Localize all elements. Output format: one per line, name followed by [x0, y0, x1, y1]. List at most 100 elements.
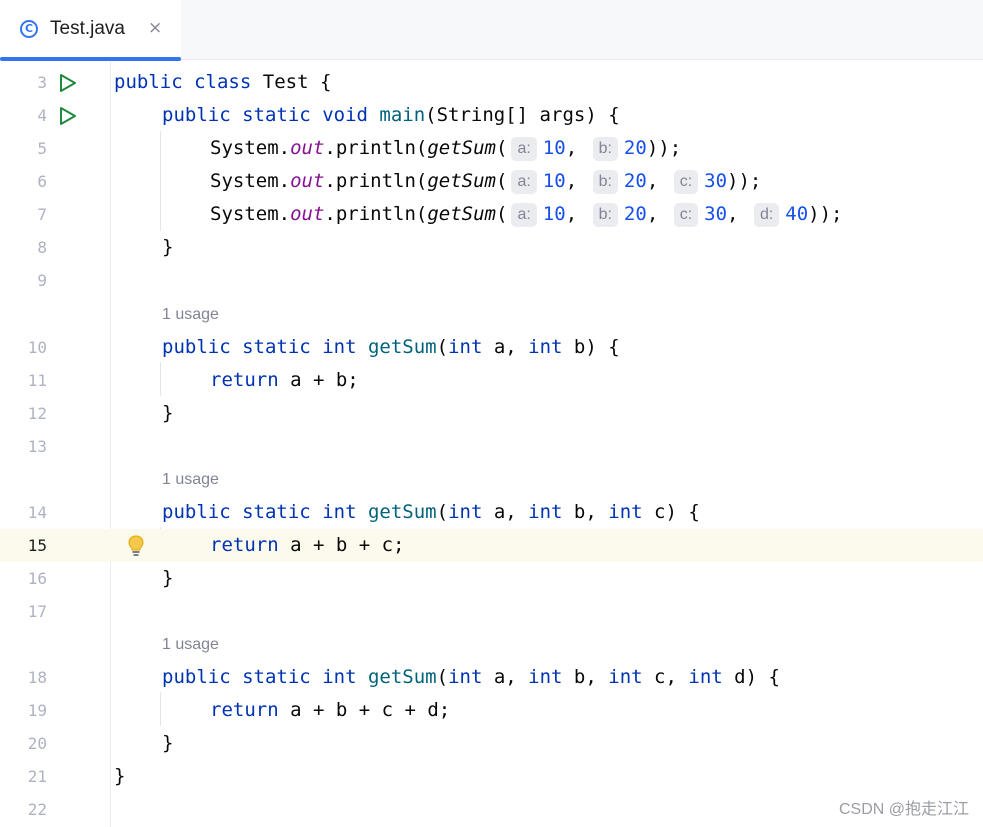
keyword: int [448, 336, 483, 358]
keyword: static [242, 104, 311, 126]
line-number: 18 [27, 668, 47, 687]
code-text: , [585, 666, 609, 688]
keyword: public [162, 501, 231, 523]
param-hint: d: [753, 203, 780, 227]
watermark: CSDN @抱走江江 [838, 801, 969, 818]
code-line[interactable]: 3 public class Test { [0, 66, 983, 99]
line-number: 6 [37, 172, 47, 191]
code-text: System. [210, 137, 291, 159]
code-line[interactable]: 17 [0, 595, 983, 628]
param-hint: c: [673, 203, 699, 227]
number-literal: 10 [542, 170, 566, 192]
usage-hint[interactable]: 1 usage [162, 298, 219, 331]
code-text: } [114, 765, 126, 787]
param-hint: a: [511, 203, 537, 227]
code-line[interactable]: 8 } [0, 231, 983, 264]
editor-tab-bar: C Test.java × [0, 0, 983, 61]
code-line[interactable]: 22 [0, 793, 983, 826]
code-line[interactable]: 10 public static int getSum(int a, int b… [0, 331, 983, 364]
code-line[interactable]: 7 System.out.println(getSum(a: 10, b: 20, … [0, 198, 983, 231]
param-hint: b: [592, 170, 618, 194]
code-text: ( [496, 170, 508, 192]
keyword: return [210, 699, 279, 721]
code-line[interactable]: 9 [0, 264, 983, 297]
code-line[interactable]: 4 public static void main(String[] args)… [0, 99, 983, 132]
keyword: public [162, 666, 231, 688]
code-line[interactable]: 13 [0, 430, 983, 463]
code-line[interactable]: 20 } [0, 727, 983, 760]
code-text: a + b + c + d; [278, 699, 451, 721]
class-name: Test { [262, 71, 332, 93]
code-line[interactable]: 18 public static int getSum(int a, int b… [0, 661, 983, 694]
keyword: class [194, 71, 252, 93]
keyword: int [528, 501, 563, 523]
code-line[interactable]: 5 System.out.println(getSum(a: 10, b: 20))… [0, 132, 983, 165]
line-number: 13 [27, 437, 47, 456]
run-icon[interactable] [56, 72, 78, 94]
code-text: ( [436, 666, 449, 688]
tab-title: Test.java [50, 18, 125, 39]
code-text: )); [808, 203, 843, 225]
code-text: .println( [324, 137, 428, 159]
code-line-current[interactable]: 15 return a + b + c; [0, 529, 983, 562]
line-number: 12 [27, 404, 47, 423]
keyword: int [528, 336, 563, 358]
code-line[interactable]: 19 return a + b + c + d; [0, 694, 983, 727]
lightbulb-icon[interactable] [126, 534, 146, 558]
line-number: 11 [27, 371, 47, 390]
field-out: out [290, 137, 325, 159]
line-number: 10 [27, 338, 47, 357]
code-line[interactable]: 14 public static int getSum(int a, int b… [0, 496, 983, 529]
line-number: 4 [37, 106, 47, 125]
number-literal: 20 [623, 170, 647, 192]
code-text: } [162, 402, 174, 424]
method-call: getSum [427, 137, 496, 159]
code-text: .println( [324, 170, 428, 192]
line-number: 15 [27, 536, 47, 555]
code-line[interactable]: 6 System.out.println(getSum(a: 10, b: 20, … [0, 165, 983, 198]
line-number: 22 [27, 800, 47, 819]
code-text: } [162, 236, 174, 258]
close-icon[interactable]: × [148, 18, 162, 38]
field-out: out [290, 170, 325, 192]
code-text: a, [482, 501, 529, 523]
number-literal: 20 [623, 203, 647, 225]
keyword: static [242, 336, 311, 358]
code-text: a, [482, 666, 529, 688]
code-text: ( [496, 137, 508, 159]
usage-hint[interactable]: 1 usage [162, 628, 219, 661]
code-text: , [585, 501, 609, 523]
keyword: int [448, 666, 483, 688]
usage-hint[interactable]: 1 usage [162, 463, 219, 496]
code-text: )); [727, 170, 762, 192]
line-number: 8 [37, 238, 47, 257]
number-literal: 40 [785, 203, 809, 225]
method-call: getSum [427, 170, 496, 192]
code-text: ) { [665, 501, 700, 523]
code-line[interactable]: 11 return a + b; [0, 364, 983, 397]
field-out: out [290, 203, 325, 225]
keyword: static [242, 501, 311, 523]
code-text: b [562, 336, 586, 358]
number-literal: 20 [623, 137, 647, 159]
code-text: a + b + c; [278, 534, 405, 556]
line-number: 3 [37, 73, 47, 92]
run-icon[interactable] [56, 105, 78, 127]
keyword: public [114, 71, 183, 93]
tab-test-java[interactable]: C Test.java × [0, 0, 181, 61]
keyword: int [528, 666, 563, 688]
method-call: getSum [427, 203, 496, 225]
code-line[interactable]: 21 } [0, 760, 983, 793]
keyword: int [608, 666, 643, 688]
param-hint: b: [592, 137, 618, 161]
number-literal: 30 [704, 203, 728, 225]
line-number: 19 [27, 701, 47, 720]
code-line[interactable]: 16 } [0, 562, 983, 595]
keyword: public [162, 336, 231, 358]
code-text: , [665, 666, 689, 688]
param-hint: a: [511, 170, 537, 194]
code-text: ( [436, 501, 449, 523]
line-number: 9 [37, 271, 47, 290]
code-line[interactable]: 12 } [0, 397, 983, 430]
keyword: void [322, 104, 368, 126]
